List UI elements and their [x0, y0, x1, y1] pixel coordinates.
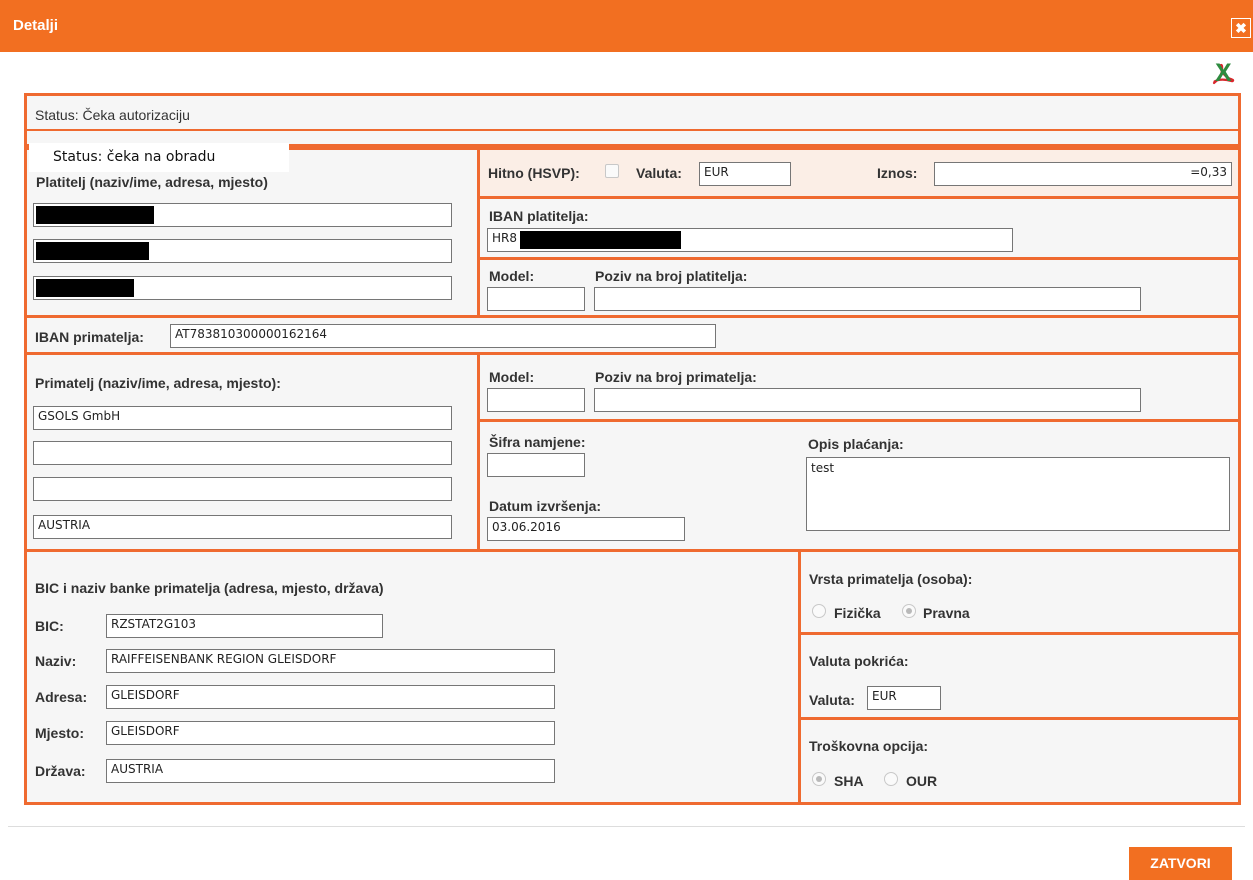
status-label: Status: Čeka autorizaciju	[35, 107, 190, 123]
recipient-label: Primatelj (naziv/ime, adresa, mjesto):	[35, 375, 281, 391]
payer-label: Platitelj (naziv/ime, adresa, mjesto)	[36, 174, 268, 190]
reference-divider	[480, 419, 1238, 422]
our-radio[interactable]	[884, 772, 898, 786]
redaction-bar	[36, 242, 149, 260]
redaction-bar	[520, 231, 681, 249]
bank-name-label: Naziv:	[35, 653, 77, 669]
payer-iban-label: IBAN platitelja:	[489, 208, 589, 224]
type-divider	[801, 632, 1238, 635]
recipient-city-field[interactable]	[33, 477, 452, 501]
payer-reference-label: Poziv na broj platitelja:	[595, 268, 748, 284]
payer-city-field[interactable]	[33, 276, 452, 300]
excel-icon[interactable]: X	[1215, 60, 1232, 86]
amount-row: Hitno (HSVP): Valuta: EUR Iznos: =0,33	[480, 150, 1238, 196]
recipient-section: Primatelj (naziv/ime, adresa, mjesto): G…	[24, 352, 1241, 552]
execution-date-label: Datum izvršenja:	[489, 498, 602, 514]
payment-description-field[interactable]: test	[806, 457, 1230, 531]
recipient-model-label: Model:	[489, 369, 535, 385]
recipient-vertical-divider	[477, 355, 480, 549]
purpose-code-field[interactable]	[487, 453, 585, 477]
natural-person-label: Fizička	[834, 605, 881, 621]
bic-field[interactable]: RZSTAT2G103	[106, 614, 383, 638]
dialog-titlebar: Detalji ✖	[0, 0, 1253, 52]
payment-description-label: Opis plaćanja:	[808, 436, 904, 452]
payer-model-field[interactable]	[487, 287, 585, 311]
recipient-iban-label: IBAN primatelja:	[35, 329, 144, 345]
recipient-reference-field[interactable]	[594, 388, 1141, 412]
redaction-bar	[36, 279, 134, 297]
bank-city-label: Mjesto:	[35, 725, 84, 741]
redaction-bar	[36, 206, 154, 224]
dialog-title: Detalji	[13, 17, 59, 34]
payer-address-field[interactable]	[33, 239, 452, 263]
cover-currency-field[interactable]: EUR	[867, 686, 941, 710]
urgent-label: Hitno (HSVP):	[488, 165, 580, 181]
cover-currency-label: Valuta pokrića:	[809, 653, 909, 669]
natural-person-radio[interactable]	[812, 604, 826, 618]
recipient-iban-field[interactable]: AT783810300000162164	[170, 324, 716, 348]
currency-label: Valuta:	[636, 165, 682, 181]
payer-model-label: Model:	[489, 268, 535, 284]
bank-city-field[interactable]: GLEISDORF	[106, 721, 555, 745]
recipient-type-label: Vrsta primatelja (osoba):	[809, 571, 973, 587]
cover-currency-field-label: Valuta:	[809, 692, 855, 708]
close-button[interactable]: ZATVORI	[1129, 847, 1232, 880]
bank-section-label: BIC i naziv banke primatelja (adresa, mj…	[35, 580, 384, 596]
payer-iban-field[interactable]: HR8	[487, 228, 1013, 252]
close-icon[interactable]: ✖	[1231, 18, 1251, 38]
urgent-checkbox[interactable]	[605, 164, 619, 178]
sha-label: SHA	[834, 773, 864, 789]
bank-address-field[interactable]: GLEISDORF	[106, 685, 555, 709]
recipient-iban-section: IBAN primatelja: AT783810300000162164	[24, 315, 1241, 355]
payer-section: Platitelj (naziv/ime, adresa, mjesto) Hi…	[24, 147, 1241, 318]
bank-country-label: Država:	[35, 763, 86, 779]
bank-section: BIC i naziv banke primatelja (adresa, mj…	[24, 549, 1241, 805]
bank-address-label: Adresa:	[35, 689, 88, 705]
recipient-reference-label: Poziv na broj primatelja:	[595, 369, 757, 385]
bank-name-field[interactable]: RAIFFEISENBANK REGION GLEISDORF	[106, 649, 555, 673]
payer-iban-value: HR8	[492, 231, 517, 245]
execution-date-field[interactable]: 03.06.2016	[487, 517, 685, 541]
legal-person-label: Pravna	[923, 605, 970, 621]
sha-radio[interactable]	[812, 772, 826, 786]
amount-label: Iznos:	[877, 165, 918, 181]
bank-vertical-divider	[798, 552, 801, 802]
legal-person-radio[interactable]	[902, 604, 916, 618]
purpose-code-label: Šifra namjene:	[489, 434, 586, 450]
status-overlay: Status: čeka na obradu	[29, 143, 289, 172]
status-box: Status: Čeka autorizaciju	[24, 93, 1241, 147]
currency-field[interactable]: EUR	[699, 162, 791, 186]
our-label: OUR	[906, 773, 938, 789]
footer-divider	[8, 826, 1245, 827]
recipient-country-field[interactable]: AUSTRIA	[33, 515, 452, 539]
recipient-model-field[interactable]	[487, 388, 585, 412]
amount-field[interactable]: =0,33	[934, 162, 1232, 186]
payer-reference-field[interactable]	[594, 287, 1141, 311]
iban-divider	[480, 257, 1238, 260]
payer-name-field[interactable]	[33, 203, 452, 227]
bic-label: BIC:	[35, 618, 64, 634]
cost-option-label: Troškovna opcija:	[809, 738, 929, 754]
status-divider	[27, 129, 1238, 131]
recipient-name-field[interactable]: GSOLS GmbH	[33, 406, 452, 430]
recipient-address-field[interactable]	[33, 441, 452, 465]
bank-country-field[interactable]: AUSTRIA	[106, 759, 555, 783]
amount-divider	[480, 196, 1238, 199]
cover-divider	[801, 717, 1238, 720]
